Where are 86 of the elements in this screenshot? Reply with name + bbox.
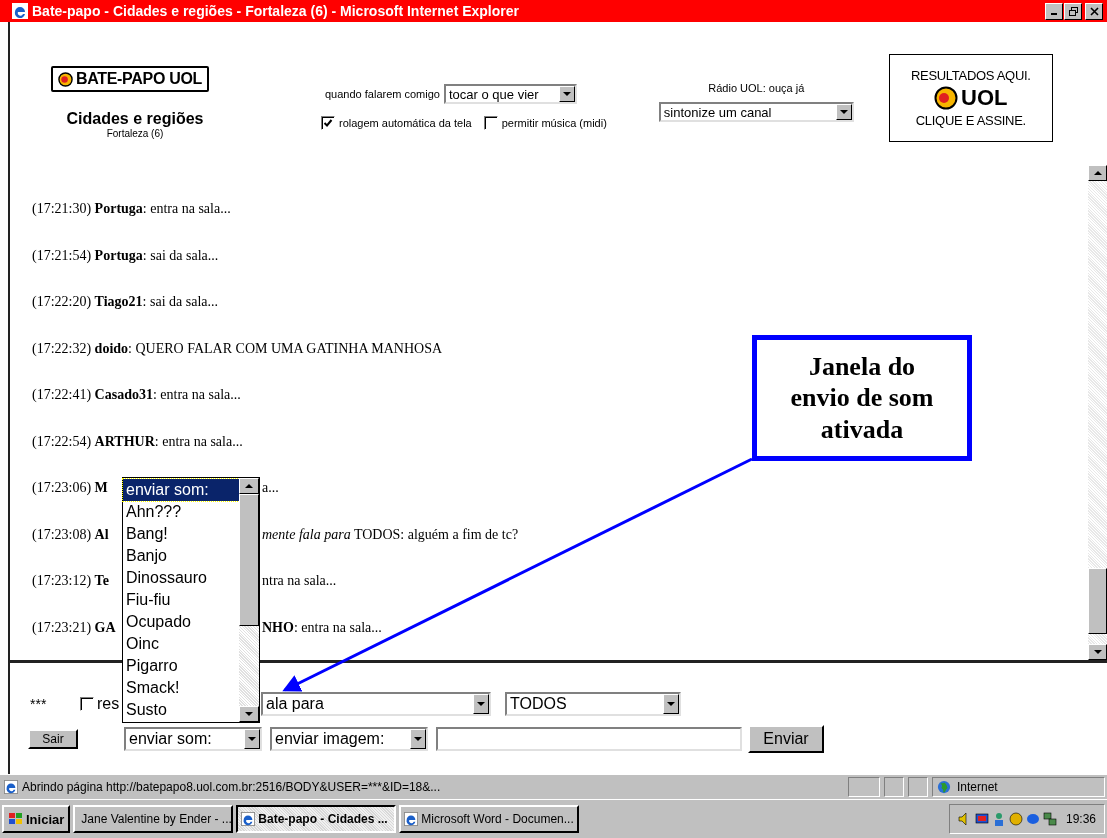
exit-button[interactable]: Sair: [28, 729, 78, 749]
logo-ball-icon: [934, 86, 959, 110]
globe-icon: [937, 780, 951, 794]
chat-message: (17:23:21) GA: [32, 619, 117, 636]
caret-down-icon: [245, 711, 253, 717]
list-option[interactable]: Banjo: [123, 545, 239, 567]
list-option[interactable]: enviar som:: [123, 479, 239, 501]
start-button[interactable]: Iniciar: [2, 805, 71, 833]
scroll-down-button[interactable]: [1088, 644, 1107, 660]
chat-message: NHO: entra na sala...: [262, 619, 383, 636]
checkbox-label: rolagem automática da tela: [339, 117, 472, 129]
page-icon: [4, 780, 18, 794]
ad-banner[interactable]: RESULTADOS AQUI. UOL CLIQUE E ASSINE.: [888, 54, 1053, 142]
sound-dropdown[interactable]: enviar som:: [124, 727, 262, 751]
chat-message: (17:21:30) Portuga: entra na sala...: [32, 201, 231, 218]
scroll-up-button[interactable]: [239, 478, 259, 494]
message-input[interactable]: [436, 727, 742, 751]
taskbar-button[interactable]: Jane Valentine by Ender - ...: [73, 805, 234, 833]
restore-icon: [1068, 6, 1078, 16]
page-icon: [404, 812, 419, 826]
minimize-button[interactable]: [1045, 2, 1063, 20]
checkbox-label: permitir música (midi): [501, 117, 607, 129]
chat-message: (17:23:12) Te: [32, 573, 110, 590]
windows-flag-icon: [8, 812, 24, 826]
restore-button[interactable]: [1064, 2, 1082, 20]
clock: 19:36: [1065, 812, 1096, 826]
logo-ball-icon: [57, 71, 73, 87]
scroll-thumb[interactable]: [239, 494, 259, 626]
recipient-dropdown[interactable]: TODOS: [505, 692, 681, 716]
caret-down-icon: [667, 701, 675, 707]
chat-message: a...: [262, 480, 280, 497]
chat-message: (17:22:54) ARTHUR: entra na sala...: [32, 433, 243, 450]
caret-down-icon: [839, 109, 848, 115]
list-option[interactable]: Pigarro: [123, 655, 239, 677]
list-option[interactable]: Dinossauro: [123, 567, 239, 589]
close-button[interactable]: [1085, 2, 1103, 20]
chat-message: (17:22:41) Casado31: entra na sala...: [32, 387, 241, 404]
chat-message: mente fala para TODOS: alguém a fim de tc?: [262, 526, 520, 543]
caret-down-icon: [562, 91, 571, 97]
image-dropdown[interactable]: enviar imagem:: [270, 727, 428, 751]
notify-label: quando falarem comigo: [325, 88, 440, 100]
taskbar-button[interactable]: Bate-papo - Cidades ...: [236, 805, 397, 833]
scroll-down-button[interactable]: [239, 706, 259, 722]
caret-down-icon: [1093, 649, 1102, 655]
caret-up-icon: [1093, 170, 1102, 176]
prefix-text: ***: [30, 696, 48, 712]
callout-box: Janela do envio de som ativada: [752, 335, 972, 461]
scroll-up-button[interactable]: [1088, 165, 1107, 181]
zone-text: Internet: [957, 780, 998, 794]
checkbox-label: res: [97, 695, 121, 713]
taskbar-button[interactable]: Microsoft Word - Documen...: [399, 805, 580, 833]
chat-message: (17:22:20) Tiago21: sai da sala...: [32, 294, 218, 311]
status-pane: [848, 777, 880, 797]
chat-logo[interactable]: BATE-PAPO UOL: [50, 66, 210, 92]
list-option[interactable]: Ahn???: [123, 501, 239, 523]
room-subtitle: Fortaleza (6): [106, 128, 164, 139]
scroll-thumb[interactable]: [1088, 568, 1107, 634]
list-option[interactable]: Bang!: [123, 523, 239, 545]
verb-dropdown[interactable]: ala para: [261, 692, 491, 716]
notify-dropdown[interactable]: tocar o que vier: [443, 84, 577, 104]
window-title: Bate-papo - Cidades e regiões - Fortaleza (6) - Microsoft Internet Explorer: [32, 3, 519, 19]
status-pane: [884, 777, 904, 797]
caret-up-icon: [245, 483, 253, 489]
send-button[interactable]: Enviar: [748, 725, 824, 753]
room-title: Cidades e regiões: [66, 110, 204, 128]
list-option[interactable]: Susto: [123, 699, 239, 721]
chat-message: (17:23:06) M: [32, 480, 109, 497]
caret-down-icon: [414, 736, 422, 742]
list-option[interactable]: Smack!: [123, 677, 239, 699]
list-option[interactable]: Ocupado: [123, 611, 239, 633]
status-text: Abrindo página http://batepapo8.uol.com.br:2516/BODY&USER=***&ID=18&...: [22, 780, 442, 794]
chat-message: (17:21:54) Portuga: sai da sala...: [32, 247, 219, 264]
caret-down-icon: [477, 701, 485, 707]
list-option[interactable]: Fiu-fiu: [123, 589, 239, 611]
status-pane: [908, 777, 928, 797]
chat-message: ntra na sala...: [262, 573, 338, 590]
list-option[interactable]: Oinc: [123, 633, 239, 655]
chat-message: (17:22:32) doido: QUERO FALAR COM UMA GATINHA MANHOSA: [32, 340, 443, 357]
page-icon: [241, 812, 256, 826]
radio-label: Rádio UOL: ouça já: [708, 82, 805, 94]
caret-down-icon: [248, 736, 256, 742]
close-icon: [1089, 6, 1099, 16]
radio-dropdown[interactable]: sintonize um canal: [658, 102, 854, 122]
chat-message: (17:23:08) Al: [32, 526, 110, 543]
network-icon[interactable]: [1042, 812, 1057, 826]
browser-icon: [12, 3, 28, 19]
